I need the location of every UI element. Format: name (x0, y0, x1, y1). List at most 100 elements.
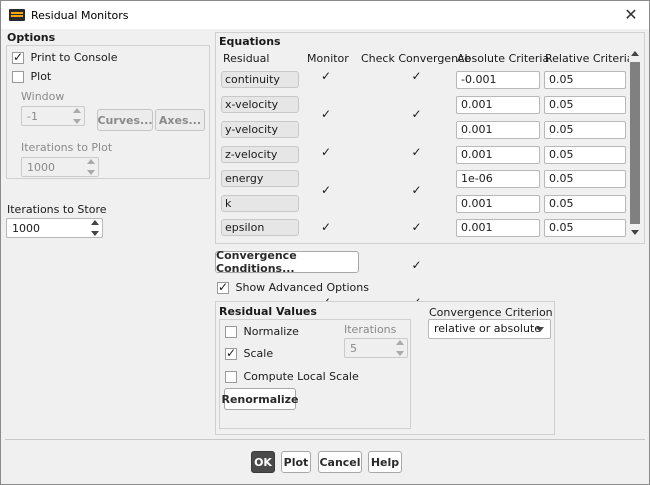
window-spinner-arrows[interactable] (71, 108, 83, 124)
compute-local-scale-checkbox[interactable]: Compute Local Scale (225, 370, 359, 383)
check-convergence-checkbox[interactable] (412, 69, 424, 84)
spin-up-icon[interactable] (73, 108, 81, 113)
normalize-checkbox[interactable]: Normalize (225, 325, 299, 338)
check-convergence-checkbox[interactable] (412, 145, 424, 160)
iterations-spinner[interactable]: 5 (344, 338, 408, 358)
relative-criteria-input[interactable]: 0.05 (544, 170, 626, 188)
scale-check[interactable] (225, 346, 237, 360)
spin-up-icon[interactable] (396, 340, 404, 345)
iterations-to-store-spinner[interactable]: 1000 (6, 218, 103, 238)
plot-label: Plot (30, 70, 52, 83)
monitor-checkbox[interactable] (321, 107, 333, 122)
footer-divider (5, 439, 645, 440)
scrollbar-thumb[interactable] (630, 62, 640, 224)
relative-criteria-input[interactable]: 0.05 (544, 146, 626, 164)
iterations-spinner-arrows[interactable] (394, 340, 406, 356)
iterations-to-store-label: Iterations to Store (7, 203, 107, 216)
monitor-checkbox[interactable] (321, 69, 333, 84)
residual-values-title: Residual Values (219, 305, 317, 318)
convergence-criterion-label: Convergence Criterion (429, 306, 553, 319)
absolute-criteria-input[interactable]: -0.001 (456, 71, 540, 89)
plot-checkbox[interactable]: Plot (12, 70, 51, 83)
residual-monitors-dialog: Residual Monitors ✕ Options Print to Con… (0, 0, 650, 485)
header-absolute-criteria: Absolute Criteria (457, 52, 550, 65)
iterations-value: 5 (350, 341, 357, 355)
relative-criteria-input[interactable]: 0.05 (544, 71, 626, 89)
window-spinner[interactable]: -1 (21, 106, 85, 126)
curves-button[interactable]: Curves... (97, 109, 153, 131)
relative-criteria-input[interactable]: 0.05 (544, 96, 626, 114)
relative-criteria-input[interactable]: 0.05 (544, 219, 626, 237)
print-to-console-check[interactable] (12, 50, 24, 64)
absolute-criteria-input[interactable]: 0.001 (456, 219, 540, 237)
absolute-criteria-input[interactable]: 1e-06 (456, 170, 540, 188)
print-to-console-checkbox[interactable]: Print to Console (12, 50, 118, 64)
scroll-up-icon[interactable] (631, 51, 639, 56)
plot-button[interactable]: Plot (281, 451, 311, 473)
relative-criteria-input[interactable]: 0.05 (544, 195, 626, 213)
check-convergence-checkbox[interactable] (412, 220, 424, 235)
scale-checkbox[interactable]: Scale (225, 346, 274, 360)
renormalize-button[interactable]: Renormalize (221, 388, 299, 410)
axes-button[interactable]: Axes... (155, 109, 205, 131)
equations-scrollbar[interactable] (629, 48, 641, 238)
ok-button[interactable]: OK (251, 451, 275, 473)
scroll-down-icon[interactable] (631, 230, 639, 235)
title-bar: Residual Monitors ✕ (1, 1, 649, 29)
spin-down-icon[interactable] (91, 231, 99, 236)
spin-down-icon[interactable] (73, 119, 81, 124)
app-logo-icon (9, 9, 25, 21)
convergence-criterion-value: relative or absolute (434, 322, 542, 335)
compute-local-scale-check[interactable] (225, 371, 237, 383)
close-icon[interactable]: ✕ (621, 5, 641, 25)
equations-title: Equations (219, 35, 281, 48)
normalize-label: Normalize (243, 325, 299, 338)
scale-label: Scale (243, 347, 274, 360)
header-check-convergence: Check Convergence (361, 52, 471, 65)
options-title: Options (7, 31, 56, 44)
window-title: Residual Monitors (31, 8, 129, 22)
show-advanced-options-label: Show Advanced Options (235, 281, 369, 294)
monitor-checkbox[interactable] (321, 220, 333, 235)
residual-name: z-velocity (221, 146, 299, 163)
normalize-check[interactable] (225, 326, 237, 338)
absolute-criteria-input[interactable]: 0.001 (456, 121, 540, 139)
window-label: Window (21, 90, 65, 103)
spin-down-icon[interactable] (396, 351, 404, 356)
show-advanced-options-checkbox[interactable]: Show Advanced Options (217, 280, 369, 294)
absolute-criteria-input[interactable]: 0.001 (456, 195, 540, 213)
check-convergence-checkbox[interactable] (412, 183, 424, 198)
spin-up-icon[interactable] (87, 159, 95, 164)
residual-name: y-velocity (221, 121, 299, 138)
iterations-label: Iterations (344, 323, 397, 336)
iterations-to-store-arrows[interactable] (89, 220, 101, 236)
monitor-checkbox[interactable] (321, 145, 333, 160)
header-residual: Residual (223, 52, 270, 65)
plot-check[interactable] (12, 71, 24, 83)
residual-name: epsilon (221, 219, 299, 236)
iterations-to-plot-arrows[interactable] (85, 159, 97, 175)
residual-name: x-velocity (221, 96, 299, 113)
iterations-to-plot-label: Iterations to Plot (21, 141, 113, 154)
header-relative-criteria: Relative Criteria (545, 52, 634, 65)
relative-criteria-input[interactable]: 0.05 (544, 121, 626, 139)
iterations-to-plot-spinner[interactable]: 1000 (21, 157, 99, 177)
help-button[interactable]: Help (368, 451, 402, 473)
cancel-button[interactable]: Cancel (318, 451, 362, 473)
absolute-criteria-input[interactable]: 0.001 (456, 146, 540, 164)
iterations-to-store-value: 1000 (12, 221, 40, 235)
check-convergence-checkbox[interactable] (412, 107, 424, 122)
header-monitor: Monitor (307, 52, 349, 65)
check-convergence-checkbox[interactable] (412, 258, 424, 273)
options-group: Print to Console Plot Window -1 Curves..… (6, 45, 210, 179)
compute-local-scale-label: Compute Local Scale (243, 370, 359, 383)
spin-down-icon[interactable] (87, 170, 95, 175)
residual-name: energy (221, 170, 299, 187)
spin-up-icon[interactable] (91, 220, 99, 225)
residual-name: continuity (221, 71, 299, 88)
absolute-criteria-input[interactable]: 0.001 (456, 96, 540, 114)
show-advanced-options-check[interactable] (217, 280, 229, 294)
monitor-checkbox[interactable] (321, 183, 333, 198)
convergence-conditions-button[interactable]: Convergence Conditions... (215, 249, 359, 275)
convergence-criterion-select[interactable]: relative or absolute (428, 319, 551, 339)
